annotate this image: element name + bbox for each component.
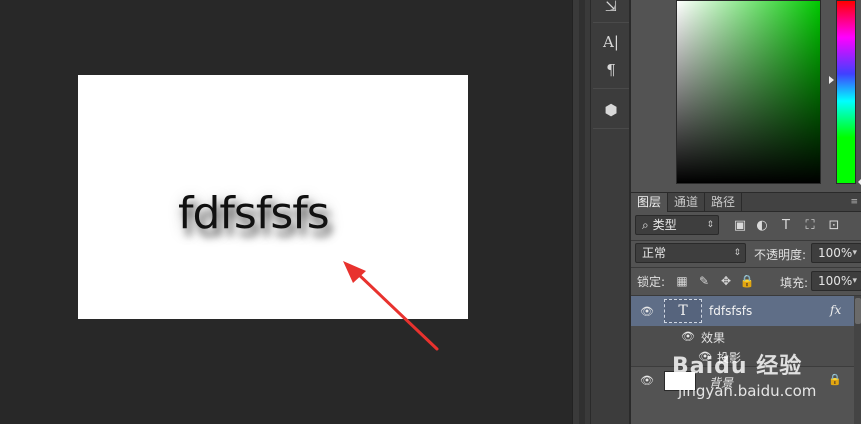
paragraph-icon[interactable]: ¶ bbox=[597, 58, 625, 82]
scroll-thumb[interactable] bbox=[855, 298, 861, 324]
fill-label: 填充: bbox=[780, 276, 809, 290]
visibility-eye-icon[interactable]: 👁 bbox=[680, 330, 696, 343]
tool-divider bbox=[593, 22, 629, 23]
opacity-label: 不透明度: bbox=[754, 248, 807, 262]
background-thumbnail bbox=[664, 371, 696, 391]
pixel-filter-icon[interactable]: ▣ bbox=[731, 216, 749, 234]
tab-paths[interactable]: 路径 bbox=[705, 193, 743, 212]
layer-effects-row[interactable]: 👁 效果 bbox=[631, 326, 854, 346]
shape-filter-icon[interactable]: ⛶ bbox=[801, 216, 819, 234]
lock-label: 锁定: bbox=[637, 275, 666, 289]
drop-shadow-label: 投影 bbox=[717, 351, 742, 365]
search-icon: ⌕ bbox=[642, 218, 649, 232]
blend-mode-value: 正常 bbox=[642, 246, 667, 260]
opacity-input[interactable]: 100% ▾ bbox=[811, 243, 861, 263]
row-divider bbox=[631, 240, 861, 241]
canvas-text-layer[interactable]: fdfsfsfs bbox=[178, 188, 330, 239]
lock-transparency-icon[interactable]: ▦ bbox=[674, 273, 690, 289]
drop-shadow-effect-row[interactable]: 👁 投影 bbox=[631, 346, 854, 366]
layer-name[interactable]: 背景 bbox=[709, 374, 733, 391]
panel-icon-strip: ⇲ A| ¶ ⬢ bbox=[590, 0, 630, 424]
layers-scrollbar[interactable] bbox=[854, 296, 861, 424]
filter-kind-value: 类型 bbox=[652, 218, 677, 232]
lock-pixels-icon[interactable]: ✎ bbox=[696, 273, 712, 289]
smart-object-filter-icon[interactable]: ⊡ bbox=[825, 216, 843, 234]
3d-rotate-icon[interactable]: ⇲ bbox=[597, 0, 625, 18]
fill-input[interactable]: 100% ▾ bbox=[811, 271, 861, 291]
tool-divider bbox=[593, 88, 629, 89]
type-filter-icon[interactable]: T bbox=[777, 216, 795, 234]
chevron-updown-icon: ⇕ bbox=[733, 248, 741, 258]
layer-filter-select[interactable]: ⌕ 类型 ⇕ bbox=[635, 215, 719, 235]
chevron-down-icon: ▾ bbox=[852, 276, 857, 286]
chevron-down-icon: ▾ bbox=[852, 248, 857, 258]
layers-list: 👁 T fdfsfsfs fx 👁 效果 👁 投影 👁 背景 🔒 bbox=[631, 296, 861, 424]
adjustment-filter-icon[interactable]: ◐ bbox=[753, 216, 771, 234]
layer-name[interactable]: fdfsfsfs bbox=[709, 304, 752, 318]
fill-value: 100% bbox=[818, 274, 853, 288]
text-layer-thumbnail: T bbox=[664, 299, 702, 323]
visibility-eye-icon[interactable]: 👁 bbox=[697, 350, 713, 363]
visibility-eye-icon[interactable]: 👁 bbox=[639, 374, 655, 387]
panel-menu-icon[interactable]: ≡ bbox=[850, 197, 858, 207]
color-picker-field[interactable] bbox=[676, 0, 821, 184]
right-panel: 图层 通道 路径 ≡ ⌕ 类型 ⇕ ▣ ◐ T ⛶ ⊡ 正常 ⇕ 不透明度: 1… bbox=[630, 0, 861, 424]
character-icon[interactable]: A| bbox=[597, 30, 625, 54]
workspace-scroll-gutter[interactable] bbox=[572, 0, 590, 424]
lock-all-icon[interactable]: 🔒 bbox=[739, 273, 755, 289]
opacity-value: 100% bbox=[818, 246, 853, 260]
chevron-updown-icon: ⇕ bbox=[706, 220, 714, 230]
3d-cube-icon[interactable]: ⬢ bbox=[597, 98, 625, 122]
layer-row-background[interactable]: 👁 背景 🔒 bbox=[631, 366, 854, 394]
tool-divider bbox=[593, 128, 629, 129]
row-divider bbox=[631, 267, 861, 268]
blend-mode-select[interactable]: 正常 ⇕ bbox=[635, 243, 746, 263]
effects-label: 效果 bbox=[701, 331, 726, 345]
scroll-track bbox=[579, 0, 585, 424]
tab-channels[interactable]: 通道 bbox=[668, 193, 706, 212]
lock-icon: 🔒 bbox=[828, 373, 842, 386]
layer-row-text[interactable]: 👁 T fdfsfsfs fx bbox=[631, 296, 854, 326]
hue-slider[interactable] bbox=[836, 0, 856, 184]
lock-position-icon[interactable]: ✥ bbox=[718, 273, 734, 289]
panel-tabs: 图层 通道 路径 bbox=[631, 192, 861, 212]
tab-layers[interactable]: 图层 bbox=[631, 193, 669, 212]
fx-icon[interactable]: fx bbox=[830, 303, 841, 317]
document-workspace: fdfsfsfs bbox=[0, 0, 572, 424]
color-field-marker[interactable] bbox=[829, 76, 834, 84]
visibility-eye-icon[interactable]: 👁 bbox=[639, 305, 655, 318]
